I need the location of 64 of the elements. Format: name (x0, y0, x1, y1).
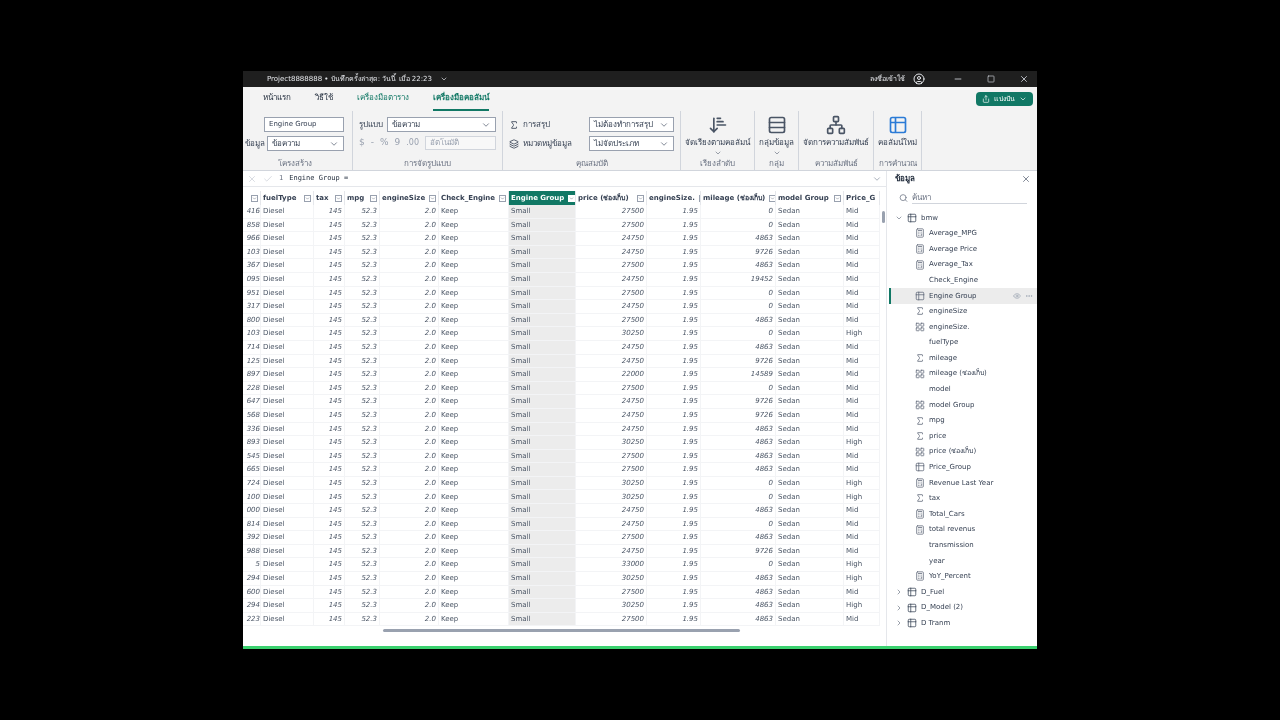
calculator-icon (915, 228, 925, 239)
share-icon (982, 95, 990, 103)
group-label: เรียงลำดับ (700, 158, 735, 170)
sigma-icon (915, 353, 925, 364)
calculator-icon (915, 509, 925, 520)
sigma-icon (915, 493, 925, 504)
bin-icon (915, 399, 925, 410)
maximize-icon[interactable] (987, 75, 995, 83)
commit-icon[interactable] (263, 173, 273, 184)
data-type-dropdown[interactable]: ข้อความ (267, 136, 344, 151)
category-dropdown[interactable]: ไม่จัดประเภท (589, 136, 674, 151)
dropdown-icon[interactable] (439, 75, 448, 83)
table-icon (907, 618, 917, 629)
table-icon (887, 115, 908, 135)
sigma-icon (509, 119, 519, 130)
calculated-column-icon (915, 290, 925, 301)
ribbon-button[interactable]: จัดการความสัมพันธ์ (803, 115, 869, 149)
format-dropdown[interactable]: ข้อความ (387, 117, 496, 132)
group-label: คุณสมบัติ (574, 158, 609, 170)
avatar-icon[interactable] (913, 73, 925, 85)
category-label: หมวดหมู่ข้อมูล (523, 137, 573, 150)
ribbon-tab[interactable]: วิธีใช้ (315, 87, 333, 111)
calculator-icon (915, 244, 925, 254)
summarize-dropdown[interactable]: ไม่ต้องทำการสรุป (589, 117, 674, 132)
field-label: ข้อมูล (245, 137, 265, 150)
ribbon-tab[interactable]: หน้าแรก (263, 87, 291, 111)
ribbon-tab[interactable]: เครื่องมือตาราง (357, 87, 409, 111)
summarize-label: การสรุป (523, 118, 551, 131)
ribbon-button[interactable]: จัดเรียงตามคอลัมน์ (685, 115, 750, 149)
vertical-scrollbar[interactable] (881, 211, 885, 223)
visibility-icon[interactable] (1013, 291, 1021, 300)
calculator-icon (915, 477, 925, 488)
calculator-icon (915, 259, 925, 270)
cancel-icon[interactable] (247, 173, 257, 184)
calculator-icon (915, 571, 925, 582)
table-icon (907, 212, 917, 223)
group-label: กลุ่ม (769, 158, 784, 170)
sort-icon (707, 115, 728, 135)
group-label: การจัดรูปแบบ (403, 158, 452, 170)
group-label: ความสัมพันธ์ (814, 158, 858, 170)
calculator-icon (915, 524, 925, 535)
sigma-icon (915, 415, 925, 426)
search-icon (899, 192, 908, 203)
sigma-icon (915, 431, 925, 442)
category-icon (509, 138, 519, 149)
ribbon-button[interactable]: คอลัมน์ใหม่ (878, 115, 917, 149)
group-label: การคำนวณ (878, 158, 917, 170)
group-label: โครงสร้าง (276, 158, 313, 170)
table-icon (907, 587, 917, 598)
horizontal-scrollbar[interactable] (383, 628, 740, 632)
sigma-icon (915, 306, 925, 317)
table-icon (907, 602, 917, 613)
calculated-column-icon (915, 462, 925, 473)
pane-title: ข้อมูล (895, 173, 915, 185)
search-field[interactable]: ค้นหา (912, 191, 1027, 204)
format-label: รูปแบบ (359, 118, 383, 131)
bin-icon (915, 446, 925, 457)
dropdown-icon (1019, 95, 1027, 103)
relationships-icon (826, 115, 846, 135)
groups-icon (766, 115, 787, 135)
bin-icon (915, 321, 925, 332)
bin-icon (915, 368, 925, 379)
close-icon[interactable] (1019, 74, 1029, 84)
ribbon-button[interactable]: กลุ่มข้อมูล (759, 115, 794, 149)
